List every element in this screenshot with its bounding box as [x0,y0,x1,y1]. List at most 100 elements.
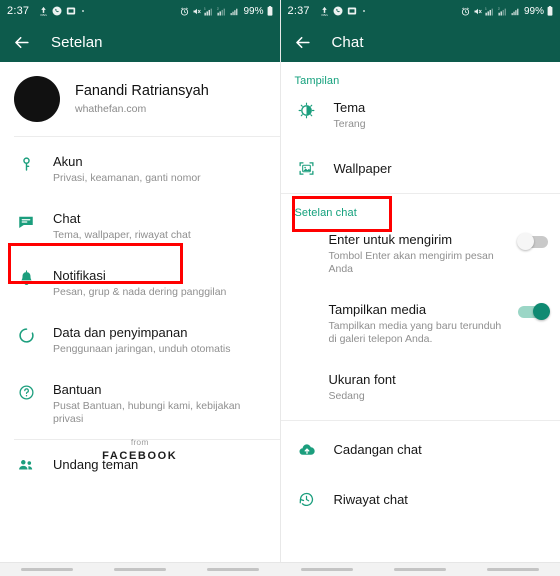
settings-item-texts: Bantuan Pusat Bantuan, hubungi kami, keb… [53,382,270,426]
dot-icon [82,10,85,12]
right-phone-screen: 2:37 KB/s 1 2 99% Chat Tampilan Tema Ter… [280,0,560,576]
settings-item-texts: Notifikasi Pesan, grup & nada dering pan… [53,268,270,299]
chat-setting-title: Tema [333,100,366,115]
alarm-icon [180,7,189,16]
cloud-upload-icon [295,441,319,459]
chat-setting-texts: Enter untuk mengirim Tombol Enter akan m… [329,232,511,276]
svg-text:2: 2 [498,7,500,11]
left-phone-screen: 2:37 KB/s 1 2 99% Setelan Fanandi Ratria… [0,0,281,576]
settings-item-texts: Akun Privasi, keamanan, ganti nomor [53,154,270,185]
whatsapp-icon [333,6,343,16]
chat-setting-subtitle: Tombol Enter akan mengirim pesan Anda [328,250,494,275]
chat-setting-texts: Tampilkan media Tampilkan media yang bar… [329,302,511,346]
data-usage-icon: KB/s [320,6,329,16]
settings-item-subtitle: Penggunaan jaringan, unduh otomatis [53,343,231,355]
chat-setting-riwayat-chat[interactable]: Riwayat chat [281,479,560,520]
settings-item-title: Notifikasi [53,268,106,283]
svg-text:KB/s: KB/s [41,13,48,16]
chat-setting-texts: Ukuran font Sedang [329,372,549,403]
wallpaper-icon [295,160,319,177]
key-icon [14,156,38,173]
history-clock-icon [295,491,319,508]
nav-pill-cell[interactable] [0,563,93,576]
profile-texts: Fanandi Ratriansyah whathefan.com [75,83,209,115]
profile-row[interactable]: Fanandi Ratriansyah whathefan.com [0,62,280,136]
settings-item-subtitle: Pusat Bantuan, hubungi kami, kebijakan p… [53,400,241,425]
settings-item-texts: Chat Tema, wallpaper, riwayat chat [53,211,270,242]
nav-pill-cell[interactable] [93,563,186,576]
back-arrow-icon[interactable] [293,33,312,52]
facebook-footer: from FACEBOOK [0,437,280,462]
svg-text:KB/s: KB/s [321,13,328,16]
theme-contrast-icon [295,102,319,119]
mute-icon [473,7,482,16]
chat-setting-title: Wallpaper [333,160,392,176]
chat-setting-title: Tampilkan media [328,302,427,317]
app-bar-settings: Setelan [0,22,280,62]
mute-icon [192,7,202,16]
status-bar-clock: 2:37 [287,5,310,17]
wifi-signal-icon [230,7,239,16]
nav-pill [393,568,446,571]
chat-icon [14,213,38,231]
battery-icon [547,6,553,16]
avatar[interactable] [14,76,60,122]
settings-item-data-dan-penyimpanan[interactable]: Data dan penyimpanan Penggunaan jaringan… [0,316,280,365]
nav-pill [113,568,166,571]
svg-text:2: 2 [218,7,220,11]
sim2-signal-icon: 2 [498,7,508,16]
svg-text:1: 1 [205,7,207,11]
toggle-knob [517,233,534,250]
settings-item-bantuan[interactable]: Bantuan Pusat Bantuan, hubungi kami, keb… [0,373,280,435]
chat-setting-ukuran-font[interactable]: Ukuran font Sedang [281,363,560,412]
nav-pill [487,568,540,571]
settings-item-title: Chat [53,211,81,226]
status-bar-left-icons: 2:37 KB/s [7,5,180,17]
chat-setting-texts: Riwayat chat [334,492,551,508]
screenshot-icon [347,6,357,16]
settings-item-subtitle: Pesan, grup & nada dering panggilan [53,286,227,298]
wifi-signal-icon [511,7,520,16]
settings-item-subtitle: Privasi, keamanan, ganti nomor [53,172,201,184]
chat-setting-texts: Cadangan chat [334,442,551,458]
settings-item-title: Bantuan [53,382,102,397]
settings-item-chat[interactable]: Chat Tema, wallpaper, riwayat chat [0,202,280,251]
nav-pill [207,568,260,571]
chat-setting-enter-untuk-mengirim[interactable]: Enter untuk mengirim Tombol Enter akan m… [281,223,560,285]
chat-settings-content: Tampilan Tema Terang Wallpaper Setelan c… [280,62,560,576]
chat-setting-texts: Tema Terang [334,100,551,131]
chat-setting-wallpaper[interactable]: Wallpaper [281,148,560,189]
chat-setting-subtitle: Sedang [328,390,365,402]
dot-icon [362,10,365,12]
whatsapp-icon [52,6,62,16]
svg-text:1: 1 [485,7,487,11]
nav-pill-cell[interactable] [373,563,466,576]
settings-item-title: Akun [53,154,83,169]
alarm-icon [461,7,470,16]
data-usage-icon [14,327,38,344]
app-bar-chat: Chat [280,22,560,62]
back-arrow-icon[interactable] [12,33,31,52]
battery-icon [267,6,273,16]
nav-pill-cell[interactable] [467,563,560,576]
data-usage-icon: KB/s [39,6,48,16]
chat-setting-cadangan-chat[interactable]: Cadangan chat [281,429,560,471]
settings-item-notifikasi[interactable]: Notifikasi Pesan, grup & nada dering pan… [0,259,280,308]
status-bar-right-icons: 1 2 99% [180,6,272,17]
nav-pill-cell[interactable] [187,563,280,576]
status-bar-left-icons: 2:37 KB/s [288,5,461,17]
toggle-tampilkan-media[interactable] [518,303,550,320]
chat-setting-tema[interactable]: Tema Terang [281,91,560,140]
chat-setting-title: Enter untuk mengirim [328,232,453,247]
help-icon [14,384,38,401]
nav-pill-cell[interactable] [280,563,373,576]
dual-screenshot-container: 2:37 KB/s 1 2 99% Setelan Fanandi Ratria… [0,0,560,576]
settings-item-akun[interactable]: Akun Privasi, keamanan, ganti nomor [0,145,280,194]
screenshot-icon [66,6,76,16]
toggle-enter-untuk-mengirim[interactable] [517,233,548,250]
battery-percent-label: 99% [523,5,544,17]
chat-setting-title: Cadangan chat [333,442,422,457]
chat-setting-tampilkan-media[interactable]: Tampilkan media Tampilkan media yang bar… [281,293,560,355]
sim2-signal-icon: 2 [217,7,227,16]
chat-setting-texts: Wallpaper [334,161,551,177]
